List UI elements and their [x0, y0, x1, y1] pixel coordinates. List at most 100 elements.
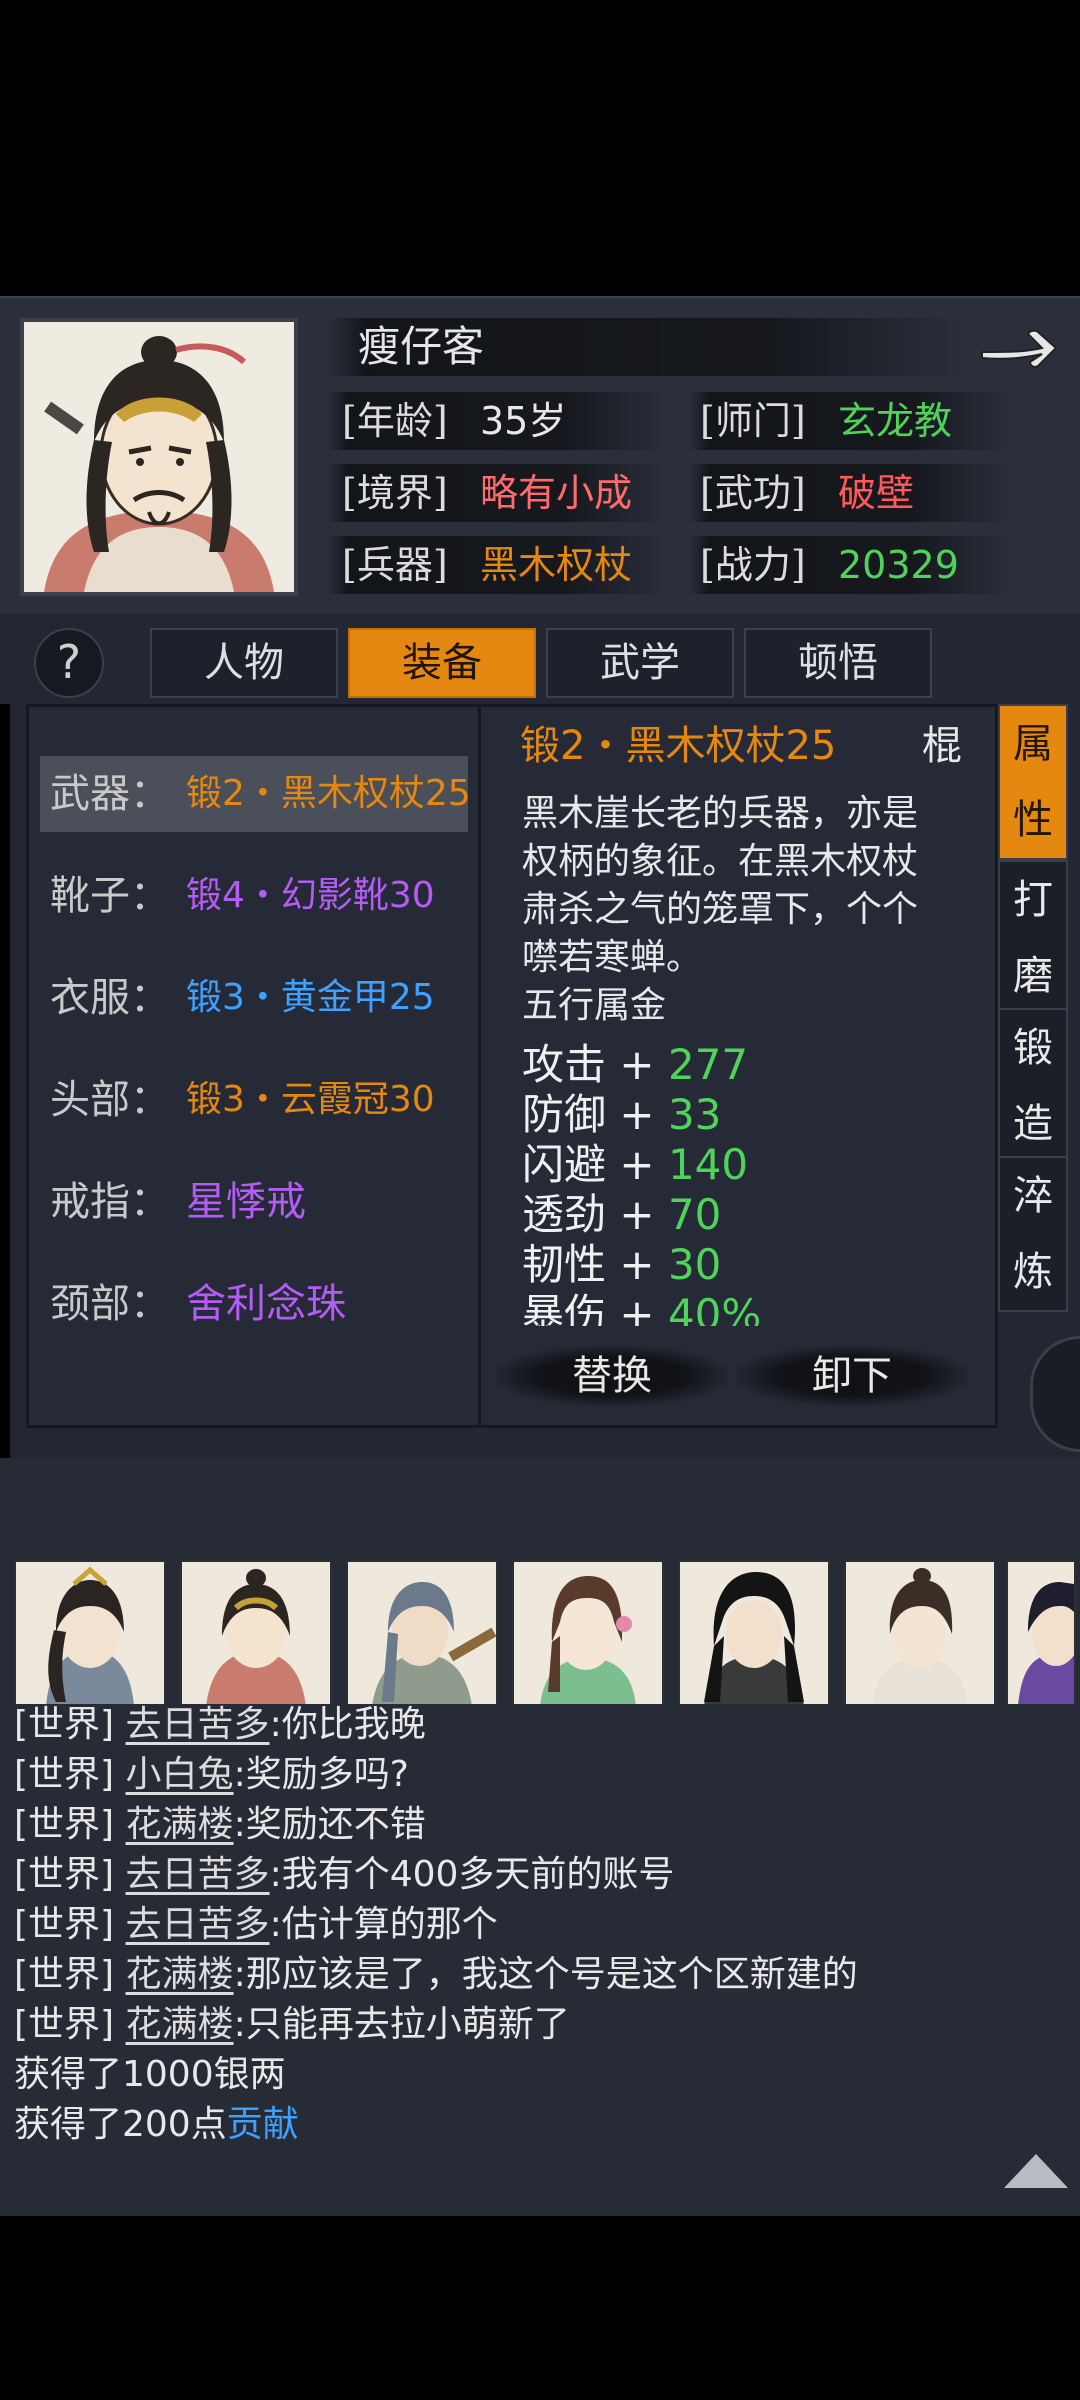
party-member-avatar[interactable] — [180, 1560, 332, 1708]
side-tab-char: 打 — [1013, 877, 1053, 923]
item-type: 棍 — [922, 723, 962, 769]
tab-equipment[interactable]: 装备 — [348, 628, 536, 698]
side-tab-char: 炼 — [1013, 1249, 1053, 1295]
side-tab-char: 淬 — [1013, 1173, 1053, 1219]
contribution-link[interactable]: 贡献 — [227, 2104, 299, 2145]
chat-line: [世界] 花满楼:那应该是了，我这个号是这个区新建的 — [14, 1950, 858, 2000]
item-description-line: 黑木崖长老的兵器，亦是 — [522, 793, 919, 834]
stat-name: 攻击 — [522, 1040, 607, 1089]
stat-row: 透劲 + 70 — [522, 1190, 972, 1240]
slot-head-label: 头部： — [50, 1077, 170, 1123]
expand-chat-icon[interactable] — [1004, 2154, 1068, 2188]
chat-user[interactable]: 小白兔 — [126, 1754, 234, 1795]
chat-user[interactable]: 去日苦多 — [126, 1704, 270, 1745]
chat-user[interactable]: 去日苦多 — [126, 1854, 270, 1895]
side-tab-char: 属 — [1013, 721, 1053, 767]
side-tab-temper[interactable]: 淬炼 — [998, 1156, 1068, 1312]
chat-line: [世界] 花满楼:奖励还不错 — [14, 1800, 426, 1850]
chat-line: [世界] 去日苦多:我有个400多天前的账号 — [14, 1850, 674, 1900]
tab-martial-arts[interactable]: 武学 — [546, 628, 734, 698]
side-tab-char: 造 — [1013, 1101, 1053, 1147]
slot-weapon-label: 武器： — [50, 771, 170, 817]
character-name: 瘦仔客 — [358, 322, 485, 371]
chat-message: :奖励多吗? — [233, 1754, 409, 1795]
tab-enlightenment[interactable]: 顿悟 — [744, 628, 932, 698]
party-member-avatar[interactable] — [512, 1560, 664, 1708]
chat-channel: [世界] — [14, 1854, 115, 1895]
item-description: 黑木崖长老的兵器，亦是 权柄的象征。在黑木权杖 肃杀之气的笼罩下，个个 噤若寒蝉… — [522, 790, 918, 1030]
stat-row: 韧性 + 30 — [522, 1240, 972, 1290]
slot-boots-label: 靴子： — [50, 873, 170, 919]
chat-message: :你比我晚 — [269, 1704, 426, 1745]
side-tab-char: 磨 — [1013, 953, 1053, 999]
sect-value: 玄龙教 — [838, 399, 953, 443]
side-tab-attributes[interactable]: 属性 — [998, 704, 1068, 860]
item-description-line: 权柄的象征。在黑木权杖 — [522, 841, 919, 882]
character-portrait-image — [24, 322, 294, 592]
stat-name: 防御 — [522, 1090, 607, 1139]
stat-value: 277 — [667, 1040, 749, 1089]
item-title: 锻2・黑木权杖25 — [520, 723, 837, 769]
realm-value: 略有小成 — [480, 471, 633, 515]
chat-channel: [世界] — [14, 1704, 115, 1745]
stat-value: 33 — [667, 1090, 722, 1139]
stat-row: 攻击 + 277 — [522, 1040, 972, 1090]
slot-boots-item: 锻4・幻影靴30 — [186, 875, 435, 916]
stat-name: 暴伤 — [522, 1290, 607, 1326]
chat-line: [世界] 去日苦多:估计算的那个 — [14, 1900, 498, 1950]
chat-channel: [世界] — [14, 1954, 115, 1995]
system-line: 获得了200点贡献 — [14, 2100, 299, 2150]
replace-button[interactable]: 替换 — [496, 1346, 728, 1406]
party-member-avatar[interactable] — [678, 1560, 830, 1708]
chat-channel: [世界] — [14, 1754, 115, 1795]
tab-character[interactable]: 人物 — [150, 628, 338, 698]
stat-value: 140 — [667, 1140, 749, 1189]
chat-channel: [世界] — [14, 1904, 115, 1945]
stat-plus: + — [619, 1240, 655, 1289]
party-member-avatar[interactable] — [346, 1560, 498, 1708]
stat-row: 暴伤 + 40% — [522, 1290, 972, 1326]
item-description-line: 肃杀之气的笼罩下，个个 — [522, 889, 919, 930]
sect-label: [师门] — [700, 399, 806, 443]
party-member-avatar[interactable] — [844, 1560, 996, 1708]
chat-message: :那应该是了，我这个号是这个区新建的 — [233, 1954, 858, 1995]
side-tab-polish[interactable]: 打磨 — [998, 860, 1068, 1016]
side-tab-char: 性 — [1013, 797, 1053, 843]
stat-row: 闪避 + 140 — [522, 1140, 972, 1190]
weapon-label: [兵器] — [342, 543, 448, 587]
chat-user[interactable]: 花满楼 — [126, 1804, 234, 1845]
stat-plus: + — [619, 1090, 655, 1139]
item-description-line: 噤若寒蝉。 — [522, 937, 703, 978]
party-member-avatar[interactable] — [1006, 1560, 1076, 1708]
character-portrait — [20, 318, 298, 596]
weapon-value: 黑木权杖 — [480, 543, 633, 587]
chat-user[interactable]: 花满楼 — [126, 1954, 234, 1995]
next-character-arrow-icon[interactable] — [976, 318, 1060, 378]
realm-label: [境界] — [342, 471, 448, 515]
slot-neck-label: 颈部： — [50, 1281, 170, 1327]
system-message: 获得了200点 — [14, 2104, 227, 2145]
chat-line: [世界] 小白兔:奖励多吗? — [14, 1750, 409, 1800]
stat-plus: + — [619, 1190, 655, 1239]
chat-user[interactable]: 花满楼 — [126, 2004, 234, 2045]
remove-button[interactable]: 卸下 — [736, 1346, 968, 1406]
power-label: [战力] — [700, 543, 806, 587]
chat-line: [世界] 花满楼:只能再去拉小萌新了 — [14, 2000, 570, 2050]
power-value: 20329 — [838, 543, 959, 587]
stat-name: 透劲 — [522, 1190, 607, 1239]
chat-message: :奖励还不错 — [233, 1804, 426, 1845]
stat-value: 70 — [667, 1190, 722, 1239]
stat-value: 40% — [667, 1290, 762, 1326]
stat-value: 30 — [667, 1240, 722, 1289]
slot-armor-item: 锻3・黄金甲25 — [186, 977, 435, 1018]
age-value: 35岁 — [480, 399, 567, 443]
party-member-avatar[interactable] — [14, 1560, 166, 1708]
slot-ring-label: 戒指： — [50, 1179, 170, 1225]
chat-channel: [世界] — [14, 2004, 115, 2045]
help-button[interactable]: ? — [34, 628, 104, 698]
side-tab-forge[interactable]: 锻造 — [998, 1008, 1068, 1164]
chat-channel: [世界] — [14, 1804, 115, 1845]
divider-strip — [0, 1458, 1080, 1536]
chat-user[interactable]: 去日苦多 — [126, 1904, 270, 1945]
item-stats-list[interactable]: 攻击 + 277 防御 + 33 闪避 + 140 透劲 + 70 韧性 + 3… — [522, 1040, 972, 1326]
